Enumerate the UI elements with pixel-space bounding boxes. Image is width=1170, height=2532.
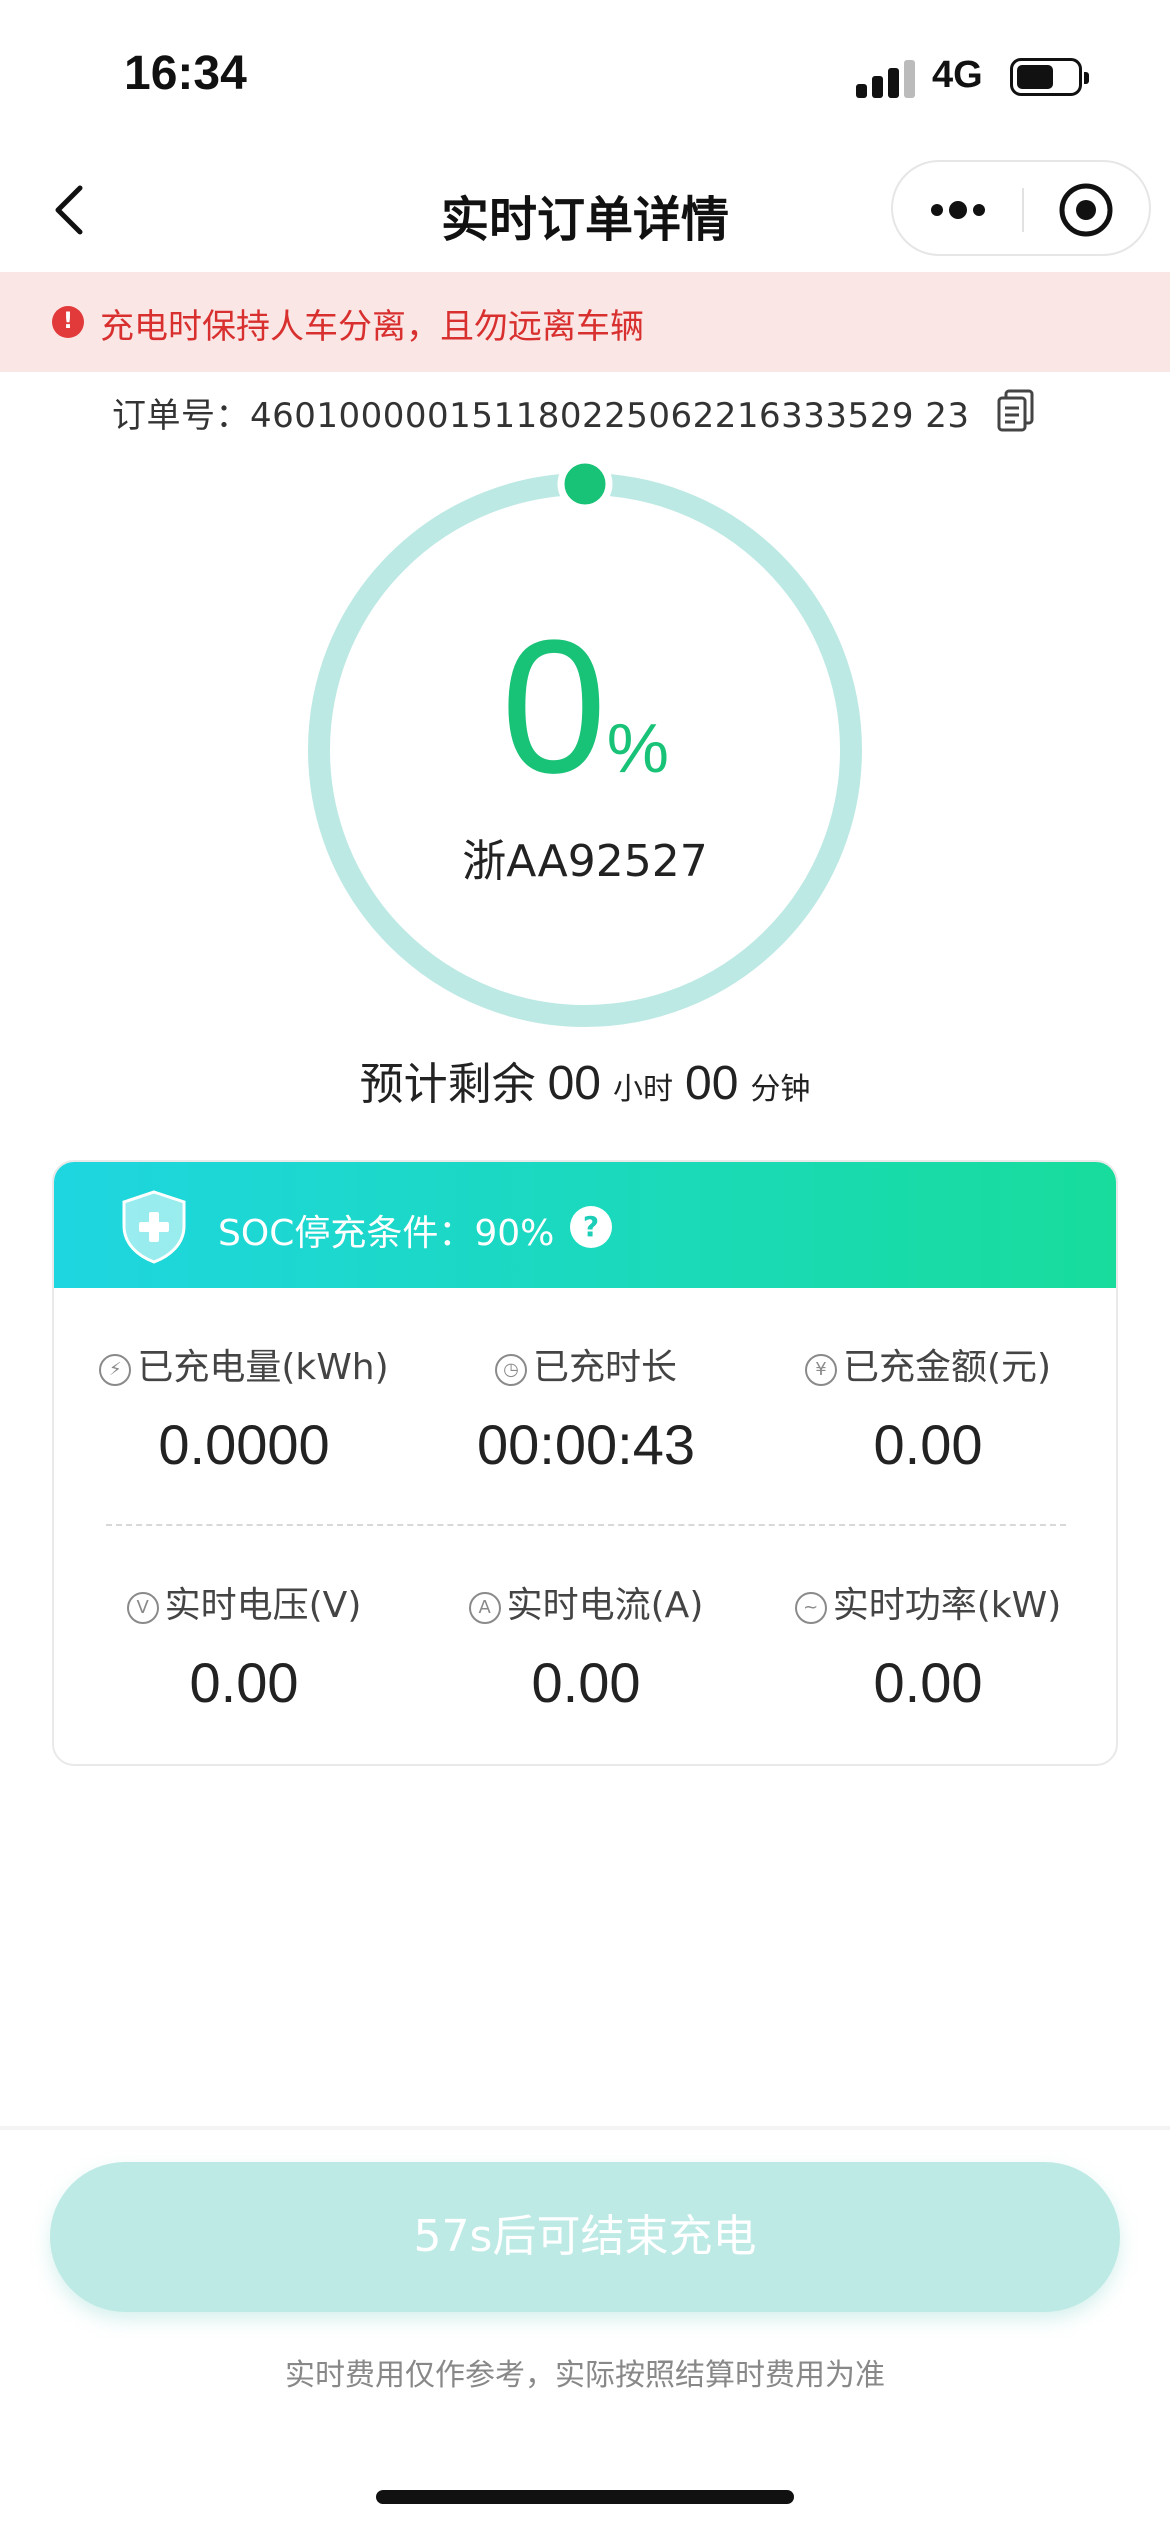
status-time: 16:34 xyxy=(124,47,247,100)
percent-value: 0 xyxy=(501,601,607,813)
stat-duration-label-text: 已充时长 xyxy=(532,1347,677,1388)
signal-icon xyxy=(856,58,916,98)
stat-voltage-label: V 实时电压(V) xyxy=(74,1576,414,1628)
stat-duration: ◷ 已充时长 00:00:43 xyxy=(416,1338,756,1477)
more-icon xyxy=(931,201,985,219)
stat-amount-label: ¥ 已充金额(元) xyxy=(758,1338,1098,1390)
mini-program-capsule xyxy=(891,160,1151,256)
copy-icon[interactable] xyxy=(996,388,1036,434)
remaining-hours: 00 xyxy=(547,1057,601,1110)
close-miniprogram-button[interactable] xyxy=(1039,180,1133,240)
home-indicator xyxy=(376,2490,794,2504)
fee-disclaimer: 实时费用仅作参考，实际按照结算时费用为准 xyxy=(285,2358,885,2393)
target-icon xyxy=(1059,183,1113,237)
stat-duration-value: 00:00:43 xyxy=(477,1413,695,1476)
safety-warning-banner: ! 充电时保持人车分离，且勿远离车辆 xyxy=(0,272,1170,372)
stat-amount: ¥ 已充金额(元) 0.00 xyxy=(758,1338,1098,1477)
bottom-separator xyxy=(0,2126,1170,2130)
remaining-prefix: 预计剩余 xyxy=(359,1059,536,1110)
more-button[interactable] xyxy=(913,180,1003,240)
lightning-icon: ⚡ xyxy=(99,1354,132,1386)
stat-current-value: 0.00 xyxy=(531,1651,641,1714)
yen-icon: ¥ xyxy=(804,1354,837,1386)
estimated-remaining: 预计剩余 00 小时 00 分钟 xyxy=(0,1048,1170,1112)
help-icon[interactable]: ? xyxy=(570,1206,612,1248)
shield-icon xyxy=(122,1190,186,1264)
warning-text: 充电时保持人车分离，且勿远离车辆 xyxy=(100,307,644,347)
end-charging-button[interactable]: 57s后可结束充电 xyxy=(50,2162,1120,2312)
progress-knob xyxy=(557,456,613,512)
stat-voltage-label-text: 实时电压(V) xyxy=(164,1585,362,1626)
hours-unit: 小时 xyxy=(613,1072,673,1107)
order-number-row: 订单号：460100000151180225062216333529 23 xyxy=(112,388,1034,436)
nav-bar: 实时订单详情 xyxy=(0,150,1170,272)
stat-energy: ⚡ 已充电量(kWh) 0.0000 xyxy=(74,1338,414,1477)
voltage-icon: V xyxy=(126,1592,159,1624)
stat-energy-value: 0.0000 xyxy=(158,1413,330,1476)
stat-current-label-text: 实时电流(A) xyxy=(506,1585,704,1626)
soc-condition: SOC停充条件：90% xyxy=(218,1204,554,1256)
soc-header: SOC停充条件：90% ? xyxy=(54,1162,1116,1288)
stat-duration-label: ◷ 已充时长 xyxy=(416,1338,756,1390)
minutes-unit: 分钟 xyxy=(750,1072,811,1107)
charging-stats-card: SOC停充条件：90% ? ⚡ 已充电量(kWh) 0.0000 ◷ 已充时长 00… xyxy=(52,1160,1118,1766)
battery-icon xyxy=(1010,58,1089,96)
stat-voltage: V 实时电压(V) 0.00 xyxy=(74,1576,414,1715)
percent-sign: % xyxy=(606,709,669,787)
power-icon: ~ xyxy=(794,1592,827,1624)
license-plate: 浙AA92527 xyxy=(462,836,708,887)
stat-power-value: 0.00 xyxy=(873,1651,983,1714)
stat-power: ~ 实时功率(kW) 0.00 xyxy=(758,1576,1098,1715)
stat-power-label-text: 实时功率(kW) xyxy=(832,1585,1062,1626)
stat-energy-label: ⚡ 已充电量(kWh) xyxy=(74,1338,414,1390)
charge-percent: 0% xyxy=(0,612,1170,802)
stat-amount-label-text: 已充金额(元) xyxy=(842,1347,1052,1388)
order-number-label: 订单号： xyxy=(112,396,250,436)
stat-energy-label-text: 已充电量(kWh) xyxy=(137,1347,389,1388)
status-bar: 16:34 4G xyxy=(0,0,1170,150)
stat-current-label: A 实时电流(A) xyxy=(416,1576,756,1628)
stat-power-label: ~ 实时功率(kW) xyxy=(758,1576,1098,1628)
soc-value: 90% xyxy=(474,1213,555,1254)
network-label: 4G xyxy=(932,54,983,96)
order-number: 460100000151180225062216333529 23 xyxy=(250,396,970,436)
remaining-minutes: 00 xyxy=(685,1057,739,1110)
current-icon: A xyxy=(468,1592,501,1624)
stat-amount-value: 0.00 xyxy=(873,1413,983,1476)
alert-icon: ! xyxy=(52,306,84,338)
soc-label: SOC停充条件： xyxy=(218,1213,475,1254)
stat-voltage-value: 0.00 xyxy=(189,1651,299,1714)
capsule-divider xyxy=(1022,188,1024,232)
clock-icon: ◷ xyxy=(494,1354,527,1386)
stat-current: A 实时电流(A) 0.00 xyxy=(416,1576,756,1715)
stats-divider xyxy=(106,1524,1066,1526)
